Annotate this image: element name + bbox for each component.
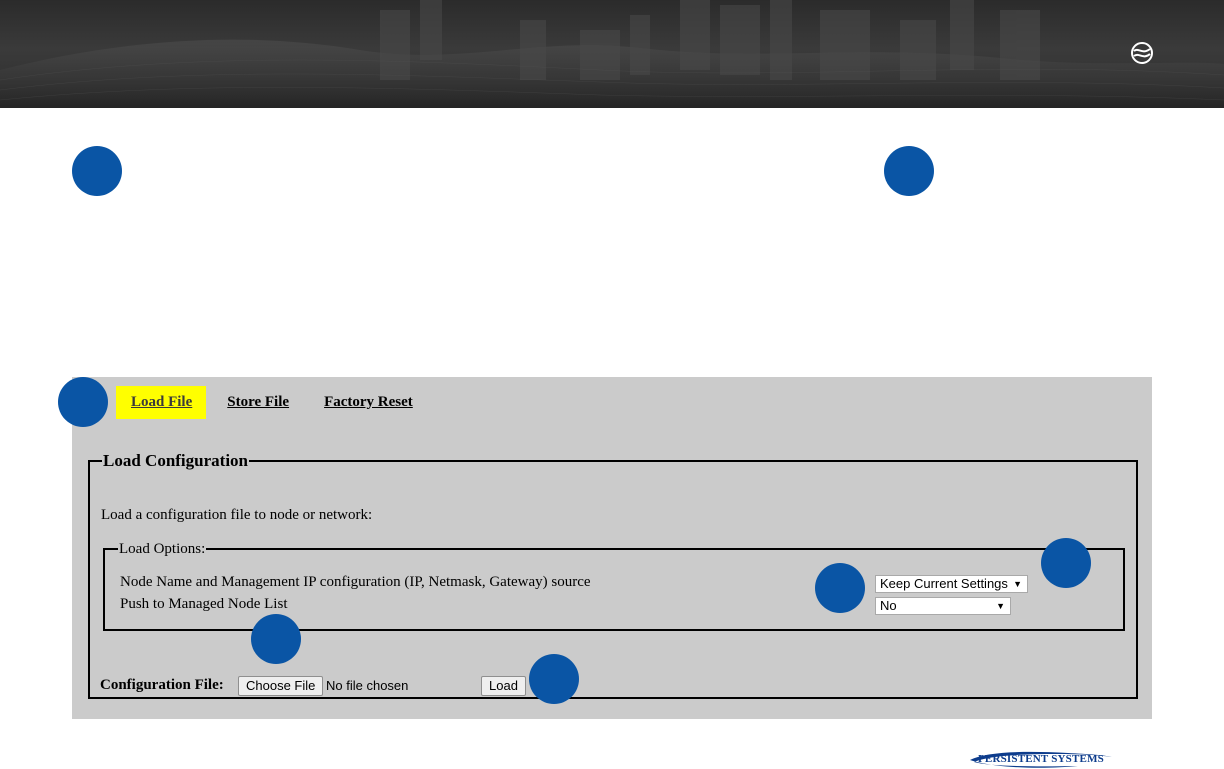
tab-factory-reset[interactable]: Factory Reset bbox=[309, 386, 427, 419]
tab-bar: Load File Store File Factory Reset bbox=[116, 384, 433, 420]
load-options-title: Load Options: bbox=[119, 541, 206, 557]
push-managed-selected-value: No bbox=[880, 598, 897, 613]
ip-source-selected-value: Keep Current Settings bbox=[880, 576, 1008, 591]
ip-source-select[interactable]: Keep Current Settings ▼ bbox=[875, 575, 1028, 593]
city-skyline-graphic bbox=[0, 0, 1224, 108]
configuration-file-label: Configuration File: bbox=[100, 677, 224, 693]
load-options-group: Load Options: Node Name and Management I… bbox=[103, 540, 1125, 631]
caret-down-icon: ▼ bbox=[996, 601, 1005, 611]
persistent-systems-logo: PERSISTENT SYSTEMS bbox=[968, 750, 1114, 769]
annotation-marker-7 bbox=[529, 654, 579, 704]
annotation-marker-4 bbox=[1041, 538, 1091, 588]
option-label-ip-source: Node Name and Management IP configuratio… bbox=[120, 574, 591, 590]
tab-load-file[interactable]: Load File bbox=[116, 385, 207, 419]
wave-globe-icon bbox=[1131, 42, 1153, 64]
load-configuration-title: Load Configuration bbox=[103, 451, 248, 470]
annotation-marker-5 bbox=[815, 563, 865, 613]
tab-store-file[interactable]: Store File bbox=[212, 386, 303, 419]
option-label-push-managed: Push to Managed Node List bbox=[120, 596, 288, 612]
caret-down-icon: ▼ bbox=[1013, 579, 1022, 589]
push-managed-select[interactable]: No ▼ bbox=[875, 597, 1011, 615]
annotation-marker-1 bbox=[72, 146, 122, 196]
annotation-marker-6 bbox=[251, 614, 301, 664]
intro-text: Load a configuration file to node or net… bbox=[101, 507, 373, 523]
annotation-marker-2 bbox=[884, 146, 934, 196]
choose-file-button[interactable]: Choose File bbox=[238, 676, 324, 696]
header-banner bbox=[0, 0, 1224, 108]
load-button[interactable]: Load bbox=[481, 676, 526, 696]
logo-text: PERSISTENT SYSTEMS bbox=[978, 753, 1104, 765]
config-panel: Load File Store File Factory Reset Load … bbox=[72, 377, 1152, 719]
load-configuration-group: Load Configuration Load a configuration … bbox=[88, 451, 1138, 699]
annotation-marker-3 bbox=[58, 377, 108, 427]
file-status-text: No file chosen bbox=[326, 678, 409, 693]
